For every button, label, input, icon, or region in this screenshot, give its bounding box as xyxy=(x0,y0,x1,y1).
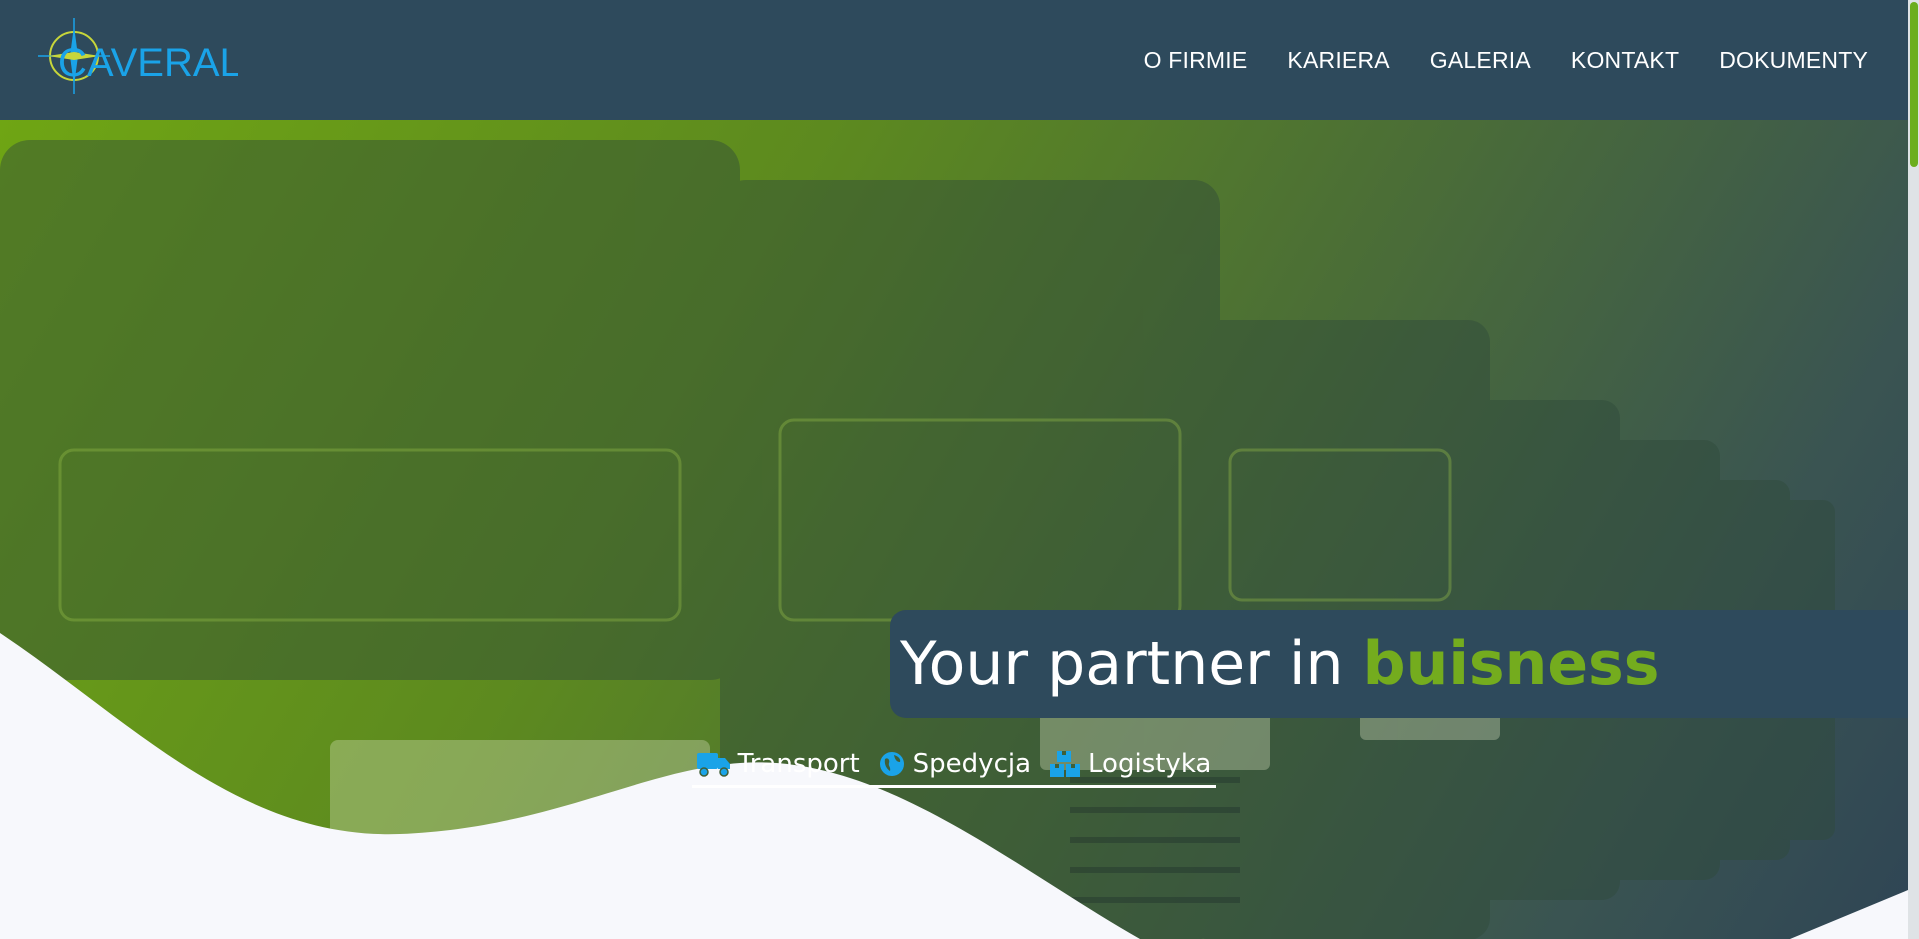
top-navbar: CAVERAL O FIRMIE KARIERA GALERIA KONTAKT… xyxy=(0,0,1908,120)
service-logistyka[interactable]: Logistyka xyxy=(1049,749,1211,779)
service-label-logistyka: Logistyka xyxy=(1088,748,1212,779)
headline-text: Your partner in xyxy=(900,629,1363,699)
nav-item-dokumenty[interactable]: DOKUMENTY xyxy=(1719,47,1868,74)
logo-text: CAVERAL xyxy=(58,41,238,85)
hero-section: Your partner in buisness Transport Spedy… xyxy=(0,120,1908,939)
caveral-logo[interactable]: CAVERAL xyxy=(18,10,238,110)
boxes-icon xyxy=(1049,750,1081,778)
services-list: Transport Spedycja Logistyka xyxy=(692,742,1216,788)
nav-item-kontakt[interactable]: KONTAKT xyxy=(1571,47,1679,74)
service-label-transport: Transport xyxy=(737,748,860,779)
scrollbar-thumb[interactable] xyxy=(1910,2,1918,167)
service-spedycja[interactable]: Spedycja xyxy=(878,749,1031,779)
globe-icon xyxy=(878,750,906,778)
nav-item-kariera[interactable]: KARIERA xyxy=(1287,47,1389,74)
headline-accent-text: buisness xyxy=(1362,629,1660,699)
trucks-hero-image xyxy=(0,140,1908,939)
service-transport[interactable]: Transport xyxy=(696,748,860,779)
hero-headline: Your partner in buisness xyxy=(890,610,1908,718)
compass-logo-icon: CAVERAL xyxy=(38,18,238,94)
service-label-spedycja: Spedycja xyxy=(912,748,1032,779)
page-scrollbar[interactable] xyxy=(1908,0,1919,939)
main-navigation: O FIRMIE KARIERA GALERIA KONTAKT DOKUMEN… xyxy=(1104,47,1868,74)
nav-item-galeria[interactable]: GALERIA xyxy=(1430,47,1531,74)
nav-item-o-firmie[interactable]: O FIRMIE xyxy=(1144,47,1248,74)
truck-icon xyxy=(696,750,731,778)
